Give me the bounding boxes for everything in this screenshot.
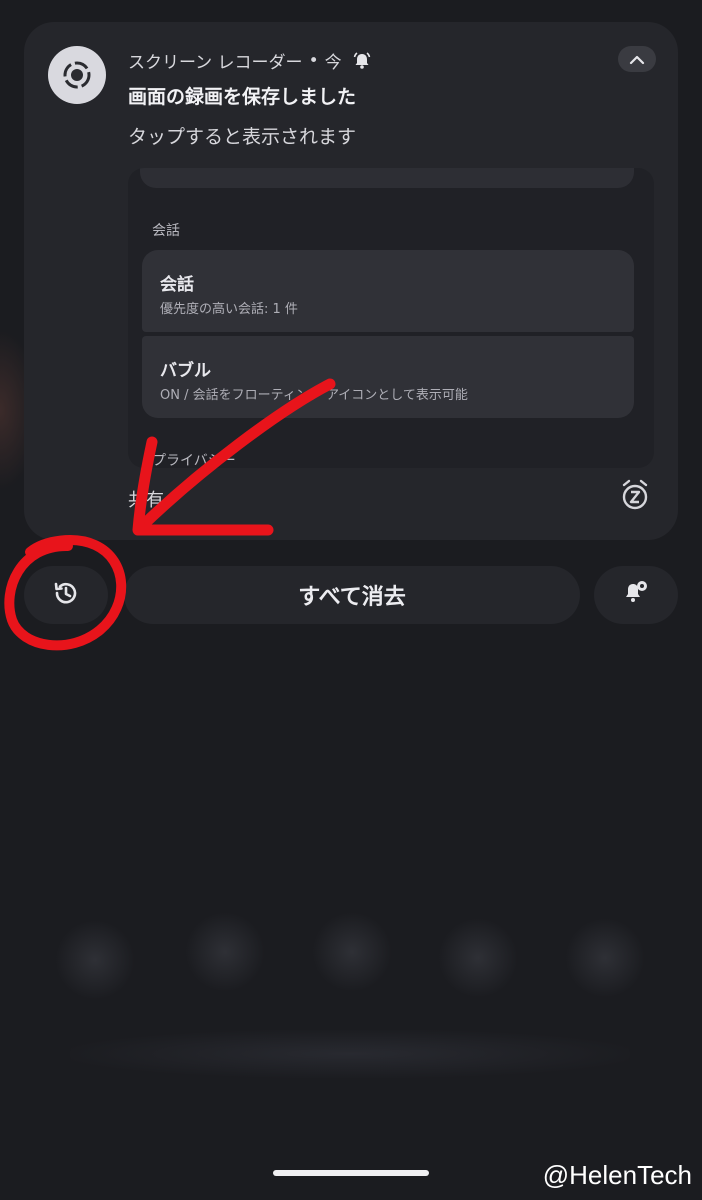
notification-settings-icon (621, 578, 651, 612)
chevron-up-icon (629, 50, 645, 69)
notification-text: タップすると表示されます (128, 126, 357, 148)
blurred-tile (312, 912, 392, 992)
header-separator: • (308, 50, 319, 71)
preview-section-label: 会話 (152, 223, 180, 239)
blurred-tile (565, 918, 645, 998)
blurred-bar (70, 1030, 630, 1078)
preview-item-subtitle: 優先度の高い会話: 1 件 (160, 302, 298, 317)
blurred-tile (55, 920, 135, 1000)
watermark: @HelenTech (542, 1160, 692, 1190)
preview-item-title: 会話 (160, 275, 194, 295)
notification-title: 画面の録画を保存しました (128, 86, 357, 108)
preview-item-title: バブル (160, 361, 211, 381)
history-icon (52, 579, 80, 611)
notification-time: 今 (324, 53, 342, 73)
notification-card[interactable]: スクリーン レコーダー • 今 画面の録画を保存しました タップすると表示されま… (24, 22, 678, 540)
screenshot-preview[interactable]: 会話 会話 優先度の高い会話: 1 件 バブル ON / 会話をフローティング … (128, 168, 654, 468)
preview-top-strip (140, 168, 634, 188)
collapse-button[interactable] (618, 46, 656, 72)
preview-item-subtitle: ON / 会話をフローティング アイコンとして表示可能 (160, 388, 468, 403)
share-action[interactable]: 共有 (128, 486, 164, 512)
home-indicator[interactable] (273, 1170, 429, 1176)
clear-all-button[interactable]: すべて消去 (124, 566, 580, 624)
bell-icon (352, 51, 372, 71)
blurred-tile (185, 912, 265, 992)
screen-recorder-icon (48, 46, 106, 104)
preview-section-label-privacy: プライバシー (152, 453, 236, 468)
snooze-icon (620, 479, 650, 515)
preview-item-conversations: 会話 優先度の高い会話: 1 件 (142, 250, 634, 332)
notification-history-button[interactable] (24, 566, 108, 624)
notification-header: スクリーン レコーダー • 今 (128, 48, 372, 73)
notification-shade: スクリーン レコーダー • 今 画面の録画を保存しました タップすると表示されま… (0, 0, 702, 1200)
notification-settings-button[interactable] (594, 566, 678, 624)
snooze-button[interactable] (618, 479, 652, 515)
preview-item-bubbles: バブル ON / 会話をフローティング アイコンとして表示可能 (142, 336, 634, 418)
app-name: スクリーン レコーダー (128, 53, 303, 73)
blurred-tile (438, 918, 518, 998)
